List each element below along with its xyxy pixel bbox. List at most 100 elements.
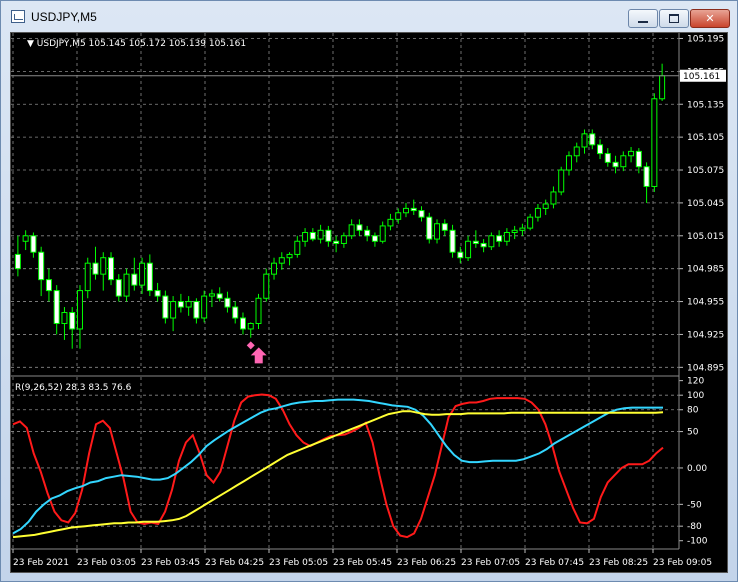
- candle: [612, 155, 619, 174]
- time-tick-label: 23 Feb 04:25: [205, 558, 264, 568]
- candle: [131, 257, 138, 291]
- time-tick-label: 23 Feb 03:45: [141, 558, 200, 568]
- candle-body: [581, 133, 588, 148]
- candle: [69, 307, 76, 349]
- candle-body: [620, 155, 627, 168]
- current-price-label: 105.161: [683, 72, 720, 82]
- window-title: USDJPY,M5: [31, 10, 97, 24]
- candle: [216, 287, 223, 302]
- candle: [193, 298, 200, 324]
- price-chart-svg[interactable]: 105.195105.165105.135105.105105.075105.0…: [11, 33, 729, 574]
- candle: [589, 129, 596, 150]
- candle-body: [449, 229, 456, 253]
- candle: [92, 246, 99, 280]
- candle: [527, 213, 534, 231]
- candle: [620, 151, 627, 172]
- candle-body: [193, 301, 200, 319]
- candle: [208, 289, 215, 308]
- indicator-tick-label: 0.00: [687, 464, 707, 474]
- candle: [162, 290, 169, 324]
- medium-line: [12, 398, 663, 535]
- maximize-icon: [669, 14, 679, 23]
- candle-body: [53, 290, 60, 324]
- candle: [410, 199, 417, 215]
- candle-body: [573, 146, 580, 157]
- price-tick-label: 104.925: [687, 330, 724, 340]
- candle: [201, 290, 208, 323]
- indicator-tick-label: -80: [687, 522, 702, 532]
- time-tick-label: 23 Feb 07:45: [525, 558, 584, 568]
- candle-body: [317, 229, 324, 240]
- candle: [496, 230, 503, 247]
- candle: [434, 219, 441, 244]
- candle: [325, 225, 332, 247]
- candle: [185, 296, 192, 316]
- signal-star-icon: [246, 341, 255, 350]
- candle: [53, 285, 60, 335]
- candle-body: [371, 235, 378, 242]
- time-tick-label: 23 Feb 08:25: [589, 558, 648, 568]
- candle-body: [426, 216, 433, 240]
- candle: [154, 282, 161, 302]
- candle-body: [294, 240, 301, 255]
- main-grid: [11, 33, 679, 375]
- candle-body: [123, 273, 130, 297]
- candle-body: [597, 144, 604, 155]
- candle: [177, 293, 184, 313]
- candle-body: [185, 301, 192, 308]
- candle: [402, 202, 409, 218]
- chart-window-icon: [11, 10, 25, 23]
- candle-body: [496, 235, 503, 242]
- candle-body: [659, 75, 666, 100]
- candle: [511, 225, 518, 240]
- candle: [123, 268, 130, 302]
- candle-body: [154, 290, 161, 297]
- candle-body: [76, 290, 83, 330]
- close-button[interactable]: ✕: [690, 9, 730, 28]
- header-triangle-icon: ▼: [27, 39, 37, 49]
- indicator-tick-label: 120: [687, 377, 704, 387]
- candle-body: [14, 253, 21, 270]
- chart-area[interactable]: 105.195105.165105.135105.105105.075105.0…: [10, 32, 728, 573]
- candle-body: [565, 155, 572, 171]
- minimize-button[interactable]: [628, 9, 658, 28]
- time-tick-label: 23 Feb 07:05: [461, 558, 520, 568]
- main-price-axis: 105.195105.165105.135105.105105.075105.0…: [679, 34, 724, 373]
- time-axis: 23 Feb 2021 23 Feb 03:05 23 Feb 03:45 23 Fe…: [12, 549, 712, 568]
- candle: [170, 296, 177, 332]
- candle-body: [472, 240, 479, 244]
- indicator-tick-label: 50: [687, 428, 699, 438]
- candle: [628, 147, 635, 163]
- time-tick-label: 23 Feb 2021: [13, 558, 69, 568]
- indicator-tick-label: 100: [687, 391, 704, 401]
- candle-body: [162, 295, 169, 319]
- candle: [565, 151, 572, 176]
- candle-body: [208, 293, 215, 297]
- price-tick-label: 104.955: [687, 298, 724, 308]
- candle-body: [309, 232, 316, 240]
- candle-body: [45, 279, 52, 292]
- candle-body: [302, 232, 309, 242]
- candle: [271, 257, 278, 280]
- candle-body: [201, 295, 208, 319]
- candle-body: [255, 297, 262, 324]
- candle-body: [387, 218, 394, 227]
- price-tick-label: 104.895: [687, 363, 724, 373]
- candle: [651, 93, 658, 192]
- candle-body: [488, 235, 495, 248]
- candle-body: [61, 312, 68, 324]
- candle: [449, 224, 456, 258]
- maximize-button[interactable]: [659, 9, 689, 28]
- candle: [488, 232, 495, 251]
- title-bar[interactable]: USDJPY,M5 ✕: [1, 1, 737, 31]
- candle-body: [247, 322, 254, 330]
- candle: [61, 307, 68, 340]
- indicator-axis: 120 100 80 50 0.00 -50 -80 -100: [679, 377, 708, 547]
- candle-body: [224, 297, 231, 308]
- candle-body: [131, 273, 138, 286]
- candle-body: [100, 257, 107, 275]
- candle-body: [635, 150, 642, 168]
- candle: [286, 252, 293, 266]
- candle: [317, 224, 324, 244]
- candle: [30, 232, 37, 258]
